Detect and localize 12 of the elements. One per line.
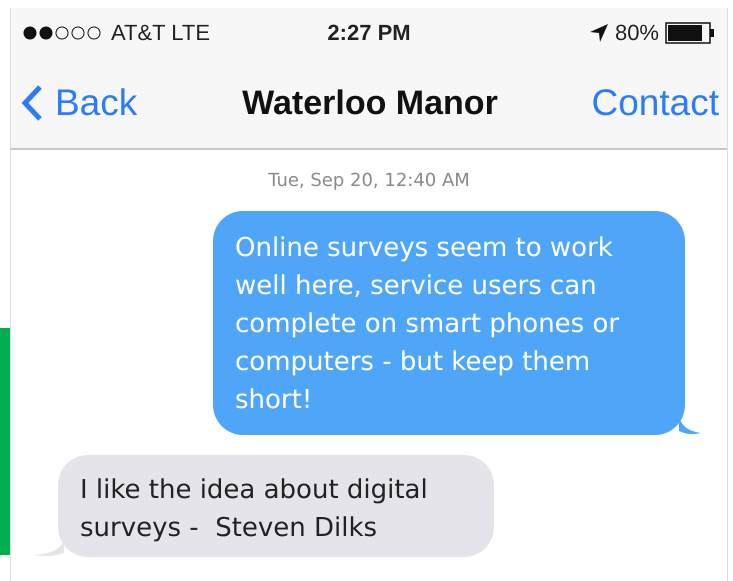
- battery-percentage: 80%: [614, 20, 659, 46]
- location-arrow-icon: [588, 23, 609, 43]
- carrier-label: AT&T LTE: [111, 20, 210, 46]
- conversation-title: Waterloo Manor: [242, 84, 498, 122]
- contact-button[interactable]: Contact: [591, 82, 719, 124]
- clock-time: 2:27 PM: [327, 20, 411, 46]
- sent-message-bubble: Online surveys seem to work well here, service users can complete on smart phones or computers - but keep them short!: [213, 211, 685, 435]
- back-button[interactable]: Back: [21, 82, 138, 124]
- received-message-bubble: I like the idea about digital surveys - Steven Dilks: [58, 455, 494, 557]
- chevron-left-icon: [21, 84, 43, 122]
- battery-icon: [665, 22, 715, 44]
- message-timestamp: Tue, Sep 20, 12:40 AM: [268, 170, 470, 191]
